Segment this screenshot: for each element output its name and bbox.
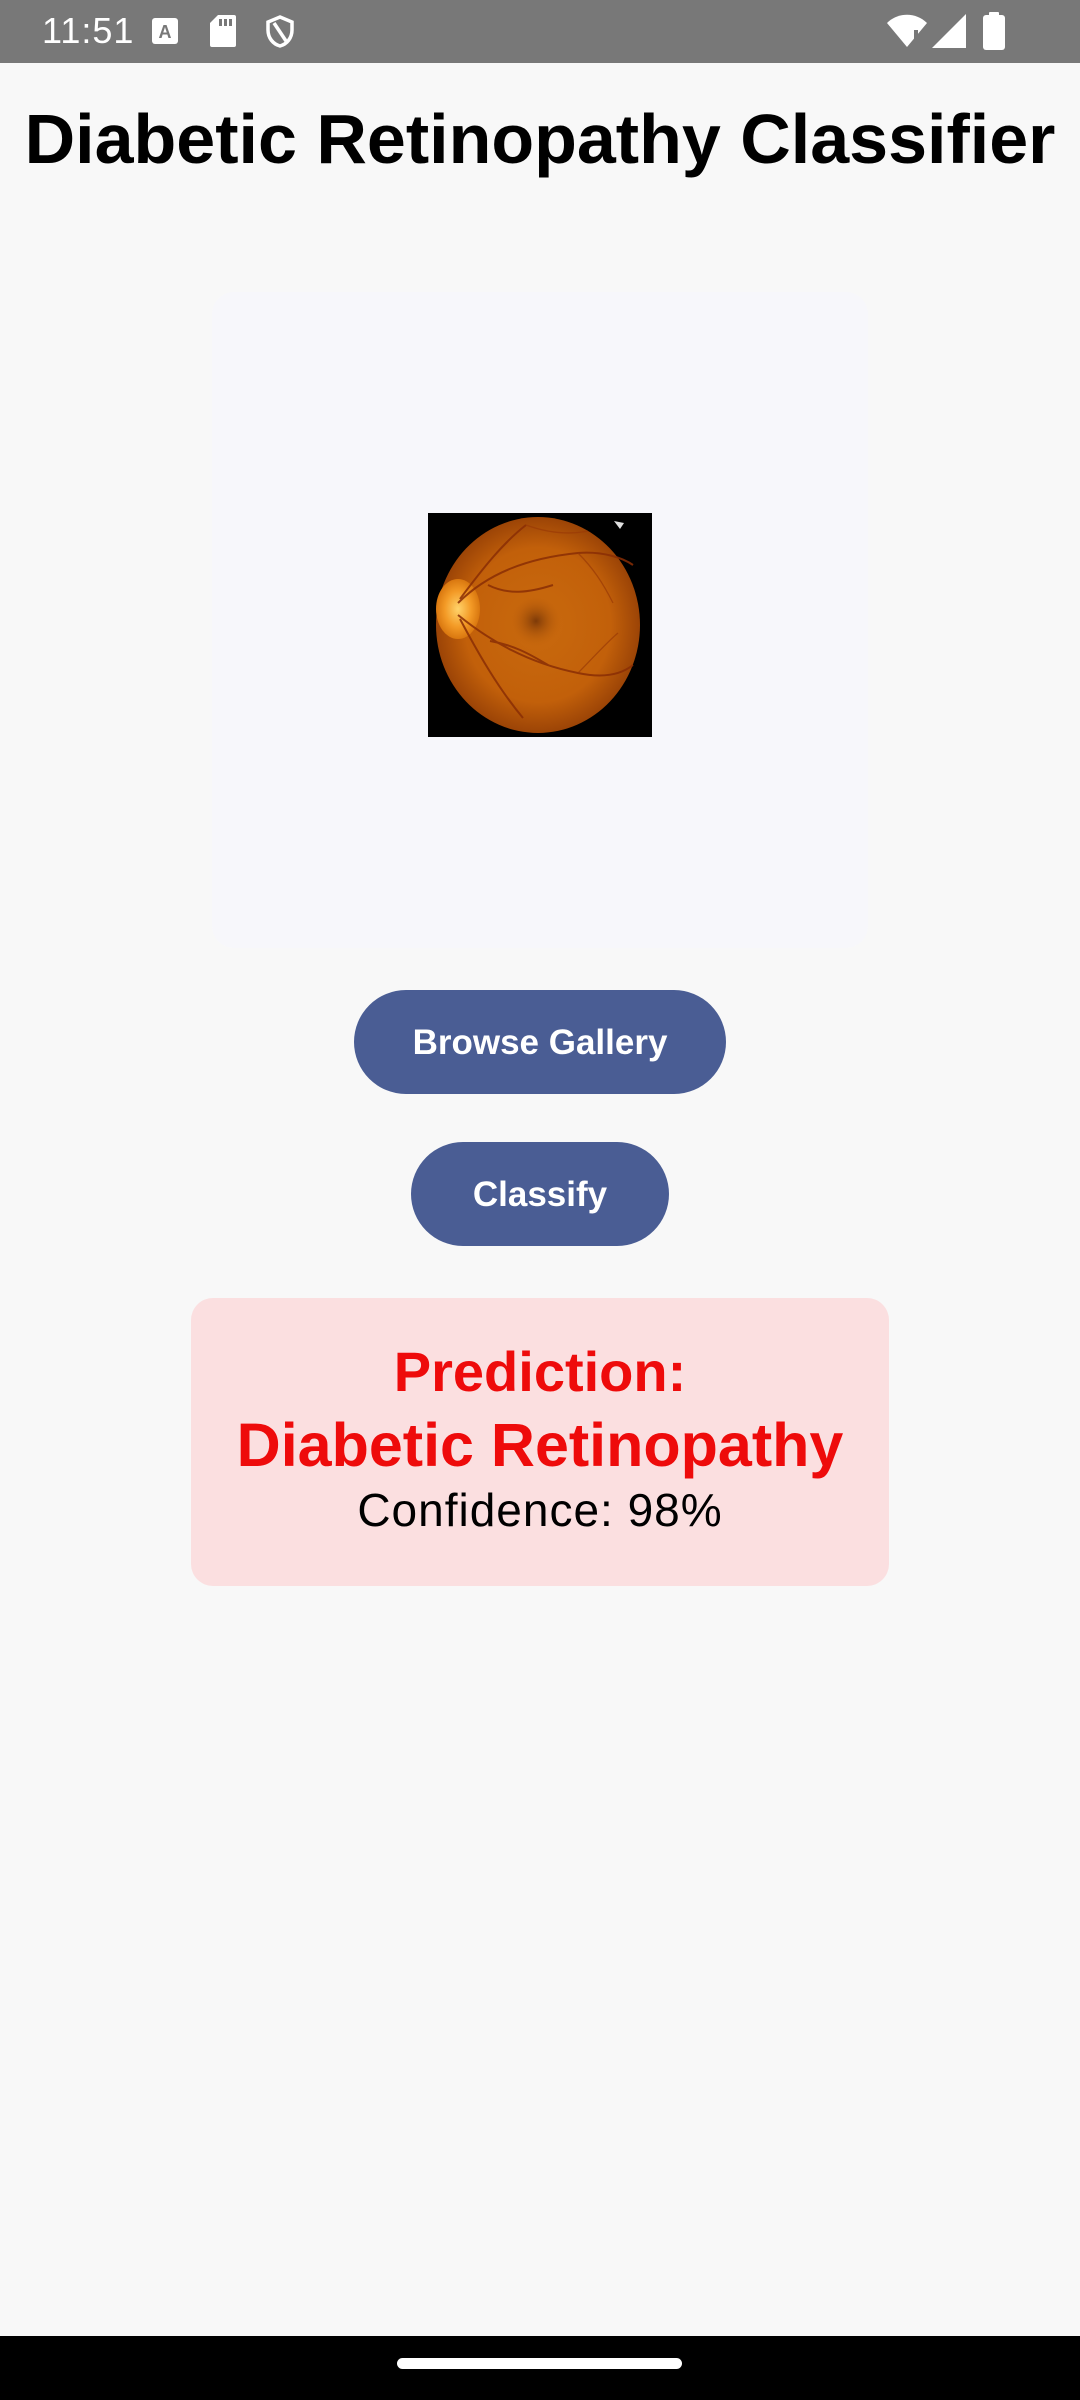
status-time: 11:51	[42, 10, 135, 51]
status-bar: 11:51 A	[0, 0, 1080, 63]
retina-fundus-image	[428, 513, 652, 737]
confidence-text: Confidence: 98%	[357, 1484, 723, 1536]
signal-icon	[932, 14, 966, 53]
browse-gallery-button[interactable]: Browse Gallery	[354, 990, 726, 1094]
shield-icon	[266, 15, 294, 53]
image-preview-card	[212, 292, 868, 948]
home-indicator[interactable]	[397, 2358, 682, 2369]
a-notification-icon: A	[152, 18, 178, 49]
classify-button[interactable]: Classify	[411, 1142, 669, 1246]
battery-icon	[983, 12, 1005, 55]
sd-card-icon	[210, 15, 236, 52]
prediction-value: Diabetic Retinopathy	[236, 1411, 844, 1479]
app-title: Diabetic Retinopathy Classifier	[24, 100, 1056, 178]
wifi-icon	[887, 14, 927, 53]
svg-text:A: A	[159, 22, 172, 42]
prediction-result-card: Prediction: Diabetic Retinopathy Confide…	[191, 1298, 889, 1586]
prediction-label: Prediction:	[393, 1340, 687, 1403]
navigation-bar	[0, 2336, 1080, 2400]
